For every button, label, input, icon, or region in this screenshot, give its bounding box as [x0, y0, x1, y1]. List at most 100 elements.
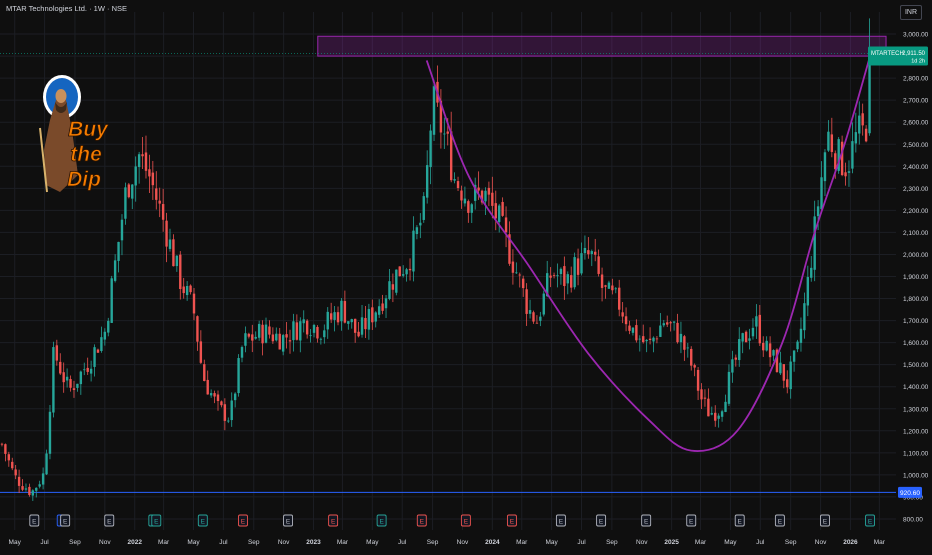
candle-body: [576, 258, 580, 275]
x-tick-label: Nov: [99, 539, 111, 546]
candle-body: [227, 420, 230, 422]
candle-body: [614, 288, 617, 290]
candle-body: [24, 488, 28, 490]
candle-body: [813, 216, 816, 270]
candle-body: [364, 317, 367, 330]
cup-curve: [425, 55, 871, 452]
candle-body: [199, 341, 203, 363]
price-chart[interactable]: EDEEDEEEEEEEEEEEEEEEEE 800.00900.001,000…: [0, 0, 932, 550]
candle-body: [254, 336, 257, 339]
support-price-label: 920.60: [900, 490, 920, 497]
candle-body: [556, 275, 559, 277]
y-tick-label: 2,800.00: [903, 76, 929, 83]
candle-body: [796, 341, 799, 350]
candle-body: [679, 333, 683, 343]
candle-body: [216, 394, 220, 402]
candle-body: [779, 362, 782, 374]
candle-body: [703, 397, 707, 399]
candle-body: [600, 274, 604, 288]
event-marker-label: E: [778, 519, 783, 526]
x-tick-label: Mar: [695, 539, 707, 546]
candle-body: [758, 314, 762, 344]
candle-body: [707, 398, 710, 417]
candle-body: [395, 269, 398, 293]
candle-body: [823, 152, 827, 182]
candle-body: [782, 364, 786, 381]
candle-body: [131, 184, 134, 199]
candle-body: [607, 282, 611, 289]
candle-body: [429, 130, 432, 168]
candle-body: [371, 307, 374, 323]
candle-body: [158, 200, 161, 204]
candle-body: [240, 347, 244, 358]
candle-body: [185, 285, 189, 296]
candle-body: [727, 371, 731, 404]
candle-body: [305, 320, 309, 335]
candle-body: [31, 490, 35, 496]
candle-body: [137, 154, 141, 168]
x-tick-label: Nov: [636, 539, 648, 546]
price-tag-symbol: MTARTECH: [871, 51, 904, 57]
x-tick-label: Mar: [874, 539, 886, 546]
x-tick-label: May: [9, 539, 22, 546]
candle-body: [573, 257, 576, 288]
candle-body: [642, 336, 645, 343]
event-marker-label: E: [331, 519, 336, 526]
candle-body: [72, 388, 76, 390]
candle-body: [319, 338, 323, 340]
candle-body: [491, 192, 494, 206]
x-tick-label: Sep: [69, 539, 81, 546]
y-tick-label: 1,400.00: [903, 384, 929, 391]
candle-body: [76, 383, 79, 388]
y-axis[interactable]: 800.00900.001,000.001,100.001,200.001,30…: [903, 32, 929, 524]
candle-body: [559, 268, 563, 275]
candle-body: [624, 316, 628, 325]
candle-body: [281, 335, 285, 352]
y-tick-label: 2,400.00: [903, 164, 929, 171]
currency-selector[interactable]: INR: [900, 5, 922, 20]
candle-body: [340, 300, 343, 322]
candle-body: [755, 316, 758, 327]
candle-body: [686, 347, 689, 349]
candle-body: [65, 376, 69, 381]
x-tick-label: 2024: [485, 539, 500, 546]
candle-body: [655, 338, 659, 340]
candle-body: [467, 201, 470, 213]
candle-body: [100, 337, 103, 351]
candle-body: [864, 128, 868, 142]
candle-body: [412, 230, 415, 272]
candle-body: [597, 256, 600, 274]
candle-body: [295, 322, 299, 340]
candle-body: [717, 415, 720, 419]
candle-body: [17, 476, 21, 486]
candle-body: [230, 400, 233, 421]
candle-body: [209, 393, 213, 396]
candle-body: [151, 172, 155, 186]
candle-body: [278, 333, 281, 350]
candle-body: [748, 338, 751, 341]
candle-body: [618, 287, 621, 310]
candle-body: [144, 152, 148, 171]
candle-body: [326, 311, 329, 330]
candle-body: [484, 190, 487, 202]
y-tick-label: 2,000.00: [903, 252, 929, 259]
candle-body: [292, 321, 295, 341]
candle-body: [41, 473, 45, 485]
x-axis[interactable]: May Jul Sep Nov 2022 Mar May Jul Sep Nov 2023 Mar Ma…: [9, 539, 886, 546]
candle-body: [844, 172, 847, 177]
chart-root[interactable]: EDEEDEEEEEEEEEEEEEEEEE 800.00900.001,000…: [0, 0, 932, 550]
candle-body: [347, 321, 350, 324]
y-tick-label: 1,000.00: [903, 472, 929, 479]
event-marker-label: E: [154, 519, 159, 526]
candle-body: [861, 113, 864, 126]
x-tick-label: Jul: [577, 539, 586, 546]
candle-body: [96, 349, 100, 353]
candle-body: [583, 247, 587, 254]
candle-body: [398, 266, 401, 277]
y-tick-label: 3,000.00: [903, 32, 929, 39]
candle-body: [35, 487, 38, 491]
candle-body: [7, 454, 11, 461]
candle-body: [148, 169, 151, 177]
candle-body: [446, 131, 449, 134]
candle-body: [549, 275, 552, 278]
